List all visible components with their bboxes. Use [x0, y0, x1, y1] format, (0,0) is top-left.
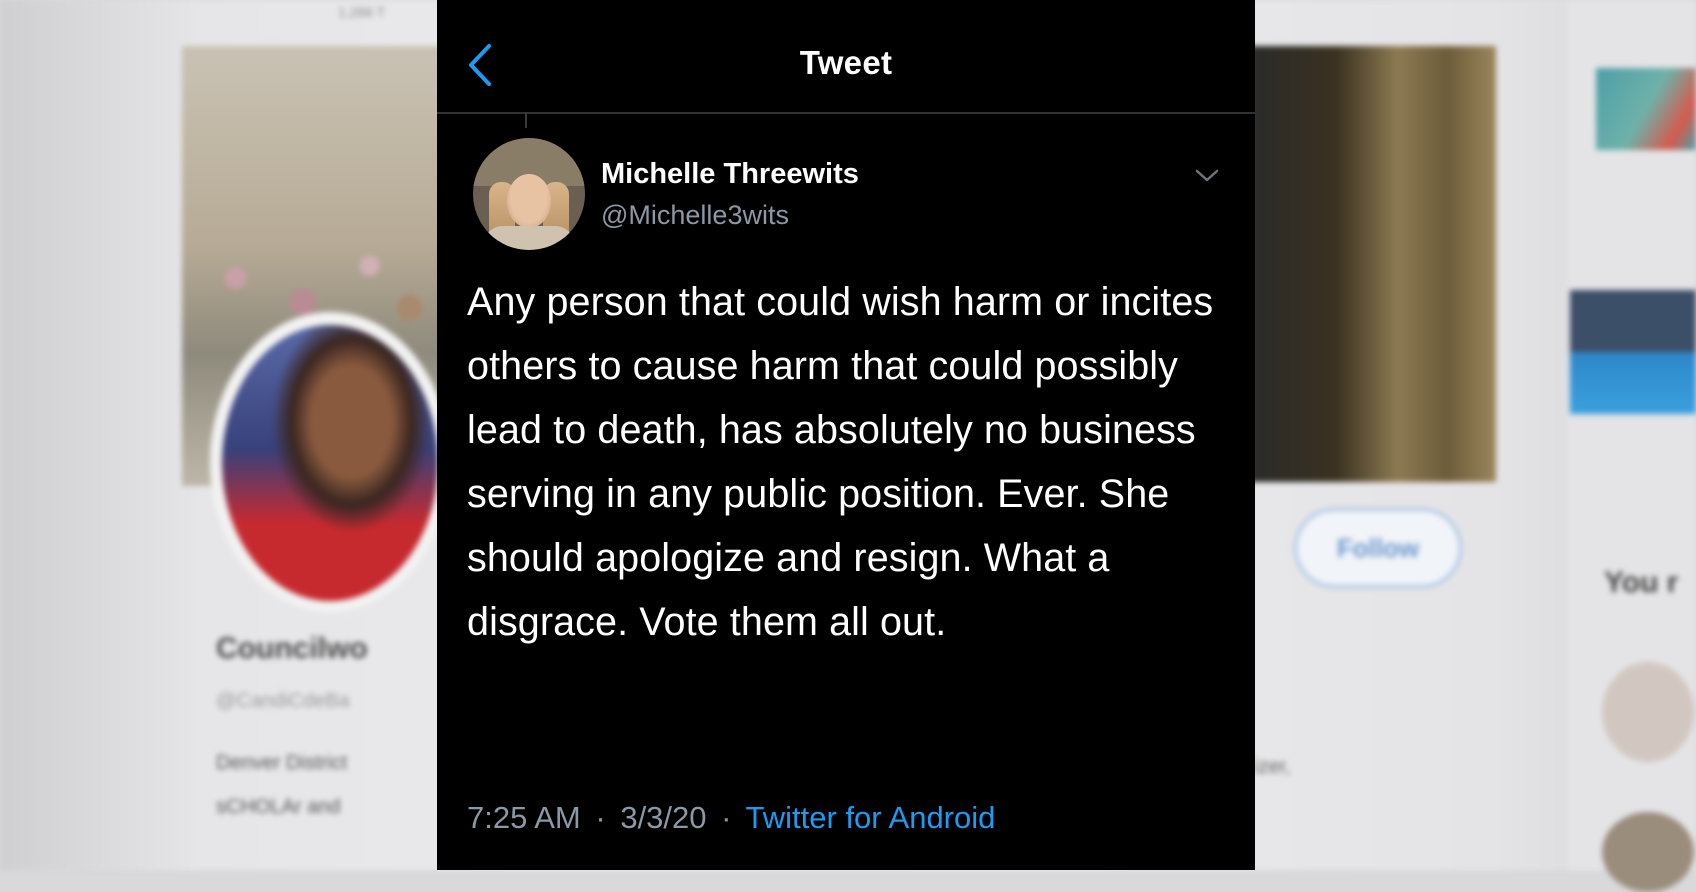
background-bio-line: Denver District: [216, 752, 348, 774]
avatar-face: [507, 174, 551, 228]
tweet-text: Any person that could wish harm or incit…: [467, 280, 1214, 644]
background-right-rail-heading: You r: [1604, 566, 1679, 599]
author-display-name[interactable]: Michelle Threewits: [601, 158, 859, 191]
background-follow-button: Follow: [1294, 508, 1462, 588]
tweet-source-link[interactable]: Twitter for Android: [746, 800, 996, 835]
background-avatar: [222, 325, 438, 601]
background-right-bio: izer,: [1254, 756, 1291, 778]
background-suggested-avatar: [1602, 662, 1694, 762]
page-title: Tweet: [799, 44, 893, 81]
thread-connector: [525, 112, 527, 128]
avatar[interactable]: [473, 138, 585, 250]
tweet-metadata: 7:25 AM · 3/3/20 · Twitter for Android: [467, 800, 995, 836]
background-bio-line: sCHOLAr and: [216, 796, 341, 818]
separator: ·: [595, 800, 606, 835]
background-right-rail-image: [1596, 68, 1696, 150]
background-suggested-avatar: [1602, 812, 1694, 892]
author-handle[interactable]: @Michelle3wits: [601, 200, 789, 231]
chevron-down-icon[interactable]: [1194, 168, 1220, 184]
tweet-date: 3/3/20: [620, 800, 707, 835]
avatar-shirt: [483, 226, 575, 250]
tweet-screen: Tweet Michelle Threewits @Michelle3wits …: [437, 0, 1255, 870]
top-bar: Tweet: [437, 0, 1255, 114]
background-profile-name: Councilwo: [216, 632, 368, 665]
tweet-time: 7:25 AM: [467, 800, 581, 835]
background-right-rail-card: [1570, 290, 1696, 414]
background-top-text: 1,266 T: [338, 4, 386, 20]
separator: ·: [721, 800, 732, 835]
background-profile-handle: @CandiCdeBa: [216, 690, 350, 712]
background-banner-right: [1250, 46, 1496, 482]
